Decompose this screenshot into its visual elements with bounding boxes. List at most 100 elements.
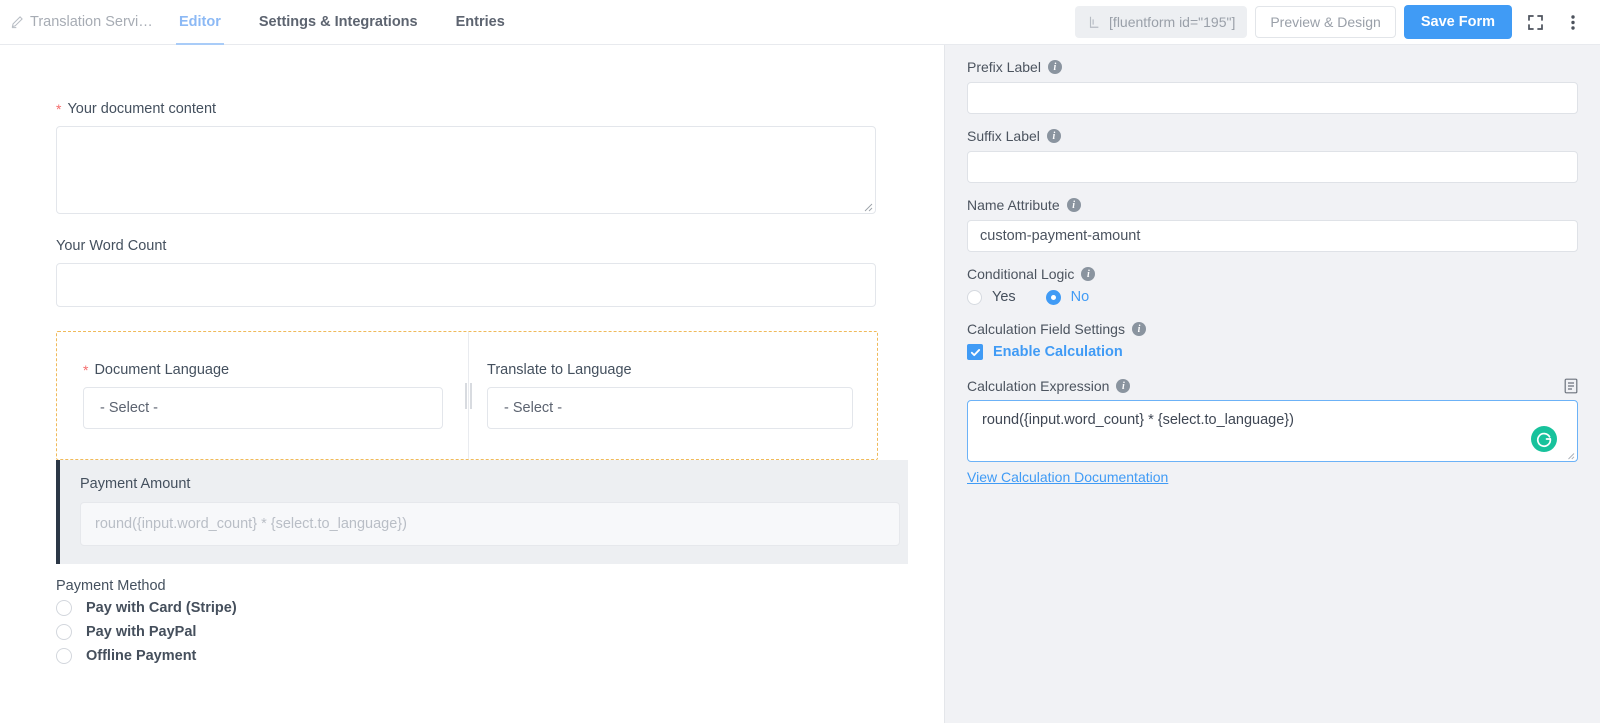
field-label-word-count: Your Word Count (56, 238, 888, 254)
shortcode-text: [fluentform id="195"] (1109, 14, 1236, 30)
field-label-payment-amount: Payment Amount (80, 476, 908, 492)
label-text: Conditional Logic (967, 266, 1075, 282)
save-form-label: Save Form (1420, 14, 1495, 30)
conditional-logic-label: Conditional Logic i (967, 266, 1578, 282)
label-text: Payment Amount (80, 476, 191, 492)
tab-entries-label: Entries (455, 14, 505, 30)
column-resize-handle[interactable] (465, 382, 472, 409)
label-text: Calculation Field Settings (967, 321, 1125, 337)
info-icon[interactable]: i (1047, 60, 1062, 74)
info-icon[interactable]: i (1066, 198, 1081, 212)
resize-handle-icon[interactable] (861, 200, 873, 212)
preview-design-label: Preview & Design (1270, 14, 1381, 30)
label-text: Translate to Language (487, 362, 632, 378)
form-title-brand[interactable]: Translation Servi… (10, 14, 160, 30)
label-text: Document Language (94, 362, 230, 378)
language-columns-container[interactable]: * Document Language - Select - Translate… (56, 331, 878, 460)
info-icon[interactable]: i (1131, 322, 1146, 336)
translate-to-language-select[interactable]: - Select - (487, 387, 853, 429)
tab-editor[interactable]: Editor (160, 0, 240, 45)
calculation-expression-label: Calculation Expression i (967, 378, 1131, 394)
field-payment-method[interactable]: Payment Method Pay with Card (Stripe) Pa… (56, 578, 888, 664)
label-text: Suffix Label (967, 128, 1040, 144)
radio-label: Pay with PayPal (86, 624, 197, 640)
label-text: Payment Method (56, 578, 166, 594)
label-text: Your Word Count (56, 238, 167, 254)
info-icon[interactable]: i (1046, 129, 1061, 143)
label-text: Prefix Label (967, 59, 1041, 75)
column-translate-to-language[interactable]: Translate to Language - Select - (467, 332, 877, 459)
label-text: Your document content (67, 101, 217, 117)
select-value: - Select - (100, 400, 159, 416)
radio-option-paypal[interactable]: Pay with PayPal (56, 624, 888, 640)
tab-entries[interactable]: Entries (437, 0, 524, 45)
calculation-settings-label: Calculation Field Settings i (967, 321, 1578, 337)
field-payment-amount-selected[interactable]: Payment Amount round({input.word_count} … (56, 460, 908, 564)
checkbox-checked-icon[interactable] (967, 344, 983, 360)
setting-calculation-field: Calculation Field Settings i Enable Calc… (967, 321, 1578, 360)
radio-circle-icon[interactable] (56, 648, 72, 664)
calculation-expression-textarea[interactable]: round({input.word_count} * {select.to_la… (967, 400, 1578, 462)
resize-handle-icon[interactable] (1565, 450, 1575, 460)
info-icon[interactable]: i (1081, 267, 1096, 281)
suffix-label-label: Suffix Label i (967, 128, 1578, 144)
info-icon[interactable]: i (1116, 379, 1131, 393)
top-navigation-bar: Translation Servi… Editor Settings & Int… (0, 0, 1600, 45)
prefix-label-input[interactable] (967, 82, 1578, 114)
field-your-document-content[interactable]: * Your document content (56, 101, 888, 214)
save-form-button[interactable]: Save Form (1403, 5, 1512, 39)
conditional-logic-no[interactable]: No (1045, 289, 1089, 305)
field-your-word-count[interactable]: Your Word Count (56, 238, 888, 307)
insert-shortcode-list-icon[interactable] (1564, 378, 1578, 394)
tab-settings-label: Settings & Integrations (258, 14, 418, 30)
payment-amount-placeholder: round({input.word_count} * {select.to_la… (95, 516, 407, 532)
fullscreen-button[interactable] (1520, 7, 1550, 37)
shortcode-field[interactable]: [fluentform id="195"] (1075, 6, 1248, 38)
view-calculation-documentation-link[interactable]: View Calculation Documentation (967, 469, 1168, 485)
radio-circle-icon[interactable] (967, 289, 982, 305)
field-label-payment-method: Payment Method (56, 578, 888, 594)
kebab-menu-icon (1571, 14, 1575, 30)
label-text: Name Attribute (967, 197, 1060, 213)
document-content-textarea[interactable] (56, 126, 876, 214)
editor-tabs: Editor Settings & Integrations Entries (160, 0, 524, 45)
radio-option-offline[interactable]: Offline Payment (56, 648, 888, 664)
payment-amount-input[interactable]: round({input.word_count} * {select.to_la… (80, 502, 900, 546)
suffix-label-input[interactable] (967, 151, 1578, 183)
setting-calculation-expression: Calculation Expression i round({input.wo… (967, 378, 1578, 487)
grammarly-icon[interactable] (1531, 426, 1557, 452)
required-asterisk: * (83, 362, 89, 378)
radio-circle-icon[interactable] (56, 600, 72, 616)
brand-label: Translation Servi… (30, 14, 153, 30)
payment-method-radio-group: Pay with Card (Stripe) Pay with PayPal O… (56, 600, 888, 664)
topbar-actions: [fluentform id="195"] Preview & Design S… (1075, 5, 1600, 39)
radio-label: Offline Payment (86, 648, 197, 664)
setting-prefix-label: Prefix Label i (967, 59, 1578, 114)
name-attribute-label: Name Attribute i (967, 197, 1578, 213)
radio-label: Yes (992, 289, 1016, 305)
radio-option-stripe[interactable]: Pay with Card (Stripe) (56, 600, 888, 616)
document-language-select[interactable]: - Select - (83, 387, 444, 429)
conditional-logic-yes[interactable]: Yes (967, 289, 1016, 305)
column-document-language[interactable]: * Document Language - Select - (57, 332, 467, 459)
calculation-expression-value: round({input.word_count} * {select.to_la… (982, 412, 1294, 428)
radio-label: Pay with Card (Stripe) (86, 600, 237, 616)
more-options-button[interactable] (1558, 7, 1588, 37)
field-label-document-language: * Document Language (83, 362, 443, 378)
shortcode-icon (1089, 16, 1099, 28)
calculation-expression-header: Calculation Expression i (967, 378, 1578, 394)
word-count-input[interactable] (56, 263, 876, 307)
tab-settings-integrations[interactable]: Settings & Integrations (240, 0, 437, 45)
conditional-logic-radio-group: Yes No (967, 289, 1578, 305)
enable-calculation-checkbox-row[interactable]: Enable Calculation (967, 344, 1578, 360)
select-value: - Select - (504, 400, 563, 416)
setting-name-attribute: Name Attribute i custom-payment-amount (967, 197, 1578, 252)
name-attribute-input[interactable]: custom-payment-amount (967, 220, 1578, 252)
preview-design-button[interactable]: Preview & Design (1255, 6, 1396, 38)
radio-selected-icon[interactable] (1045, 289, 1061, 305)
fullscreen-icon (1527, 14, 1543, 30)
setting-suffix-label: Suffix Label i (967, 128, 1578, 183)
radio-circle-icon[interactable] (56, 624, 72, 640)
field-settings-panel: Prefix Label i Suffix Label i Name Attri… (944, 45, 1600, 723)
label-text: Calculation Expression (967, 378, 1110, 394)
